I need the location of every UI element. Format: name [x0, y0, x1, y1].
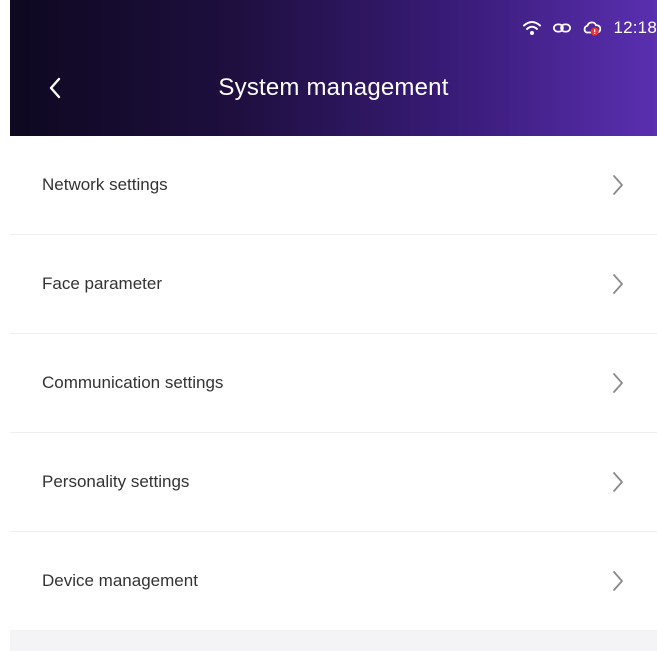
menu-item-network-settings[interactable]: Network settings [10, 136, 657, 235]
footer-band [10, 630, 657, 651]
status-time: 12:18 [613, 18, 657, 37]
left-edge [0, 0, 10, 651]
chevron-right-icon [610, 569, 626, 593]
menu-item-device-management[interactable]: Device management [10, 532, 657, 630]
settings-menu: Network settings Face parameter Communic… [10, 136, 657, 630]
chevron-right-icon [610, 272, 626, 296]
menu-item-communication-settings[interactable]: Communication settings [10, 334, 657, 433]
menu-item-label: Personality settings [42, 472, 190, 491]
menu-item-label: Network settings [42, 175, 168, 194]
page-title: System management [218, 74, 449, 101]
menu-item-label: Communication settings [42, 373, 224, 392]
status-bar: 12:18 [523, 16, 657, 40]
cloud-alert-icon [583, 19, 602, 37]
menu-item-label: Device management [42, 571, 198, 590]
chevron-right-icon [610, 173, 626, 197]
menu-item-label: Face parameter [42, 274, 162, 293]
link-icon [553, 19, 572, 37]
app-header: 12:18 System management [10, 0, 657, 136]
menu-item-personality-settings[interactable]: Personality settings [10, 433, 657, 532]
chevron-right-icon [610, 470, 626, 494]
system-management-screen: 12:18 System management Network settings… [0, 0, 657, 651]
chevron-right-icon [610, 371, 626, 395]
menu-item-face-parameter[interactable]: Face parameter [10, 235, 657, 334]
wifi-icon [523, 19, 542, 37]
